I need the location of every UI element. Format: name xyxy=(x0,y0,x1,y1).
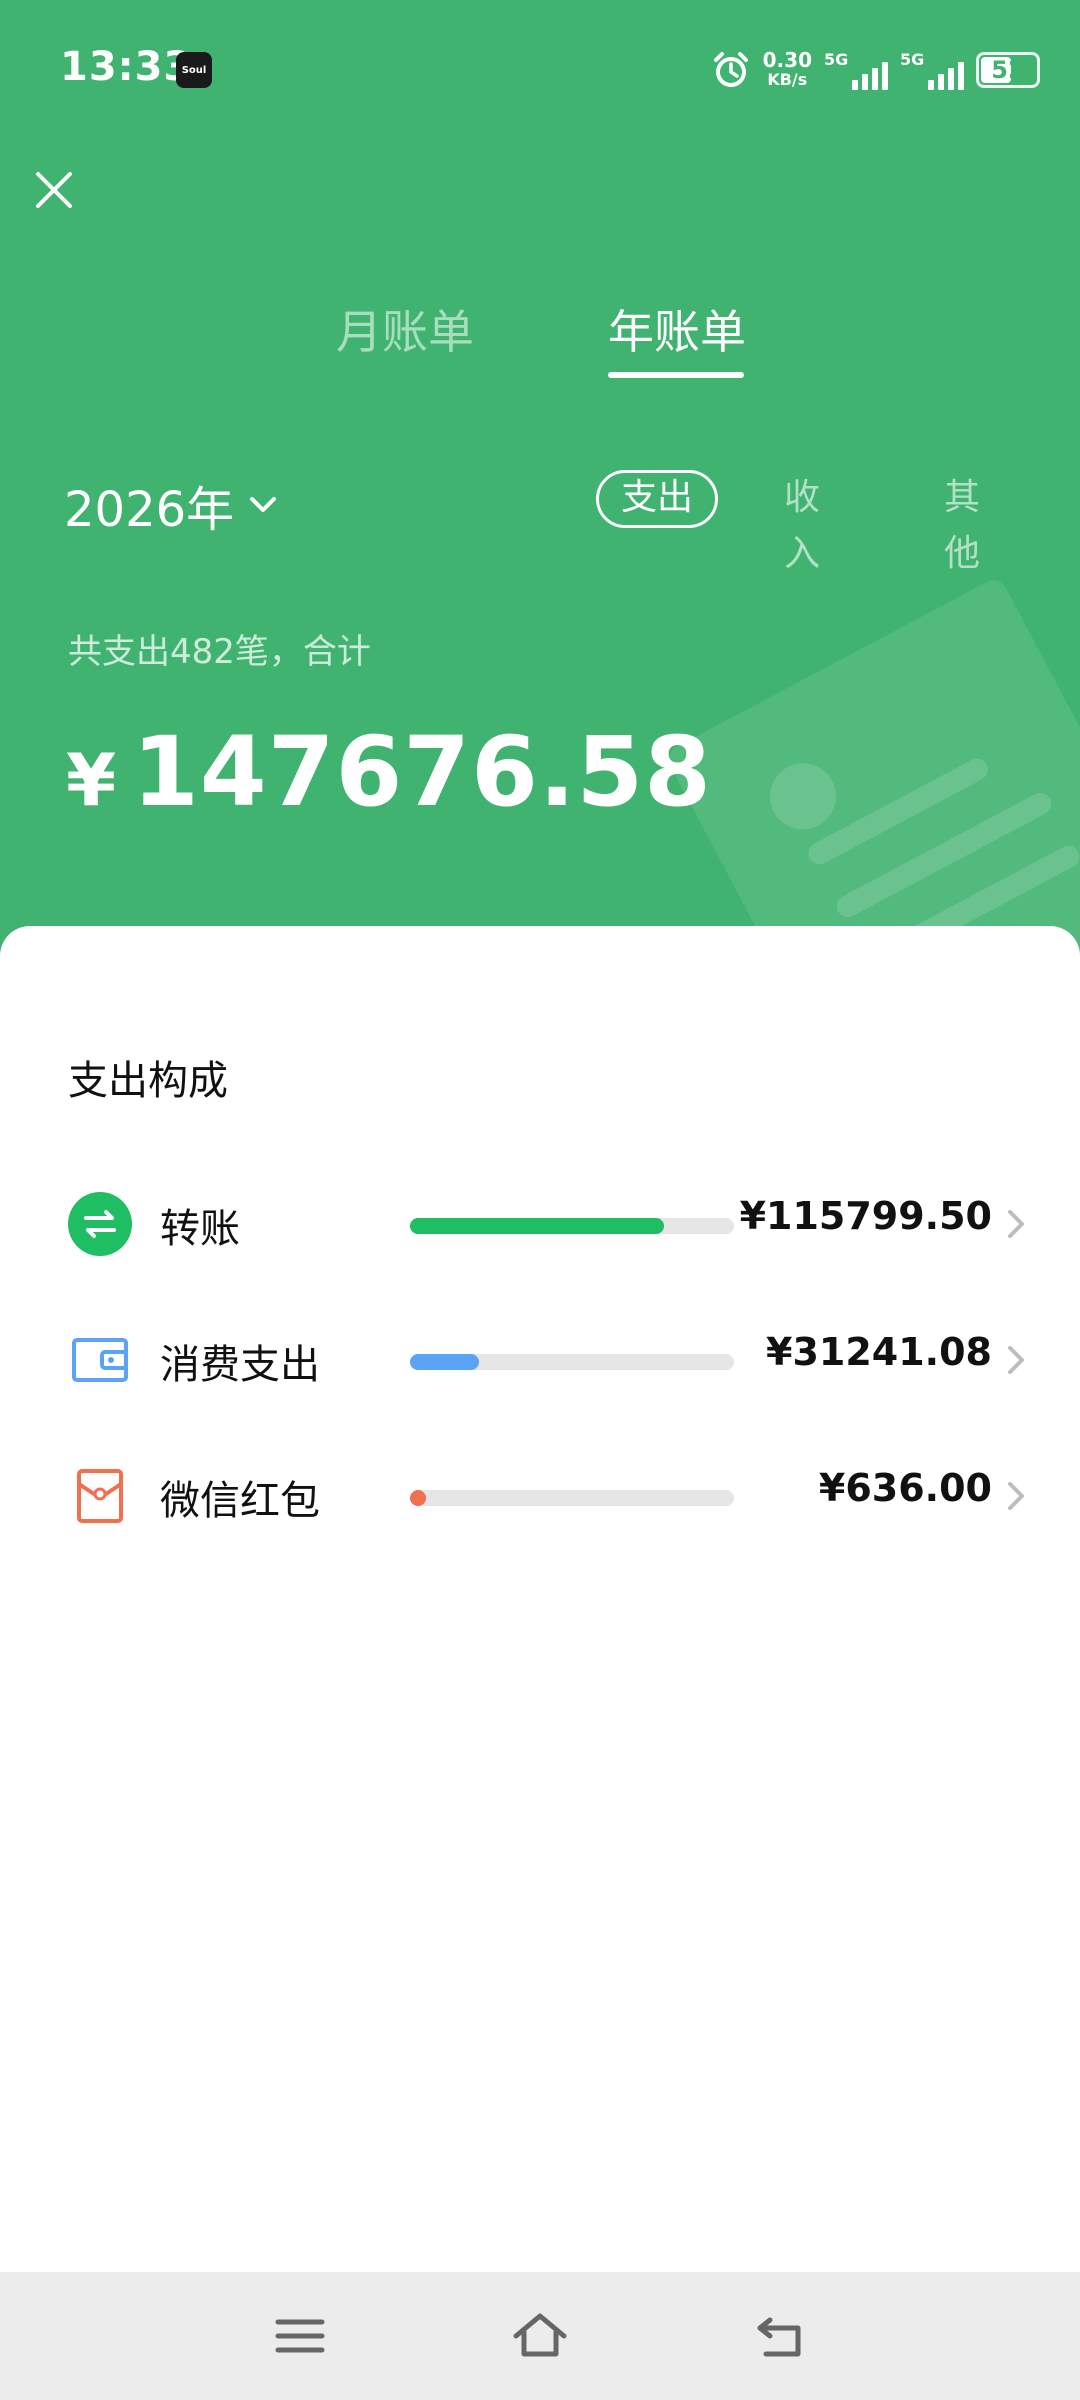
progress-track xyxy=(410,1218,734,1234)
battery-icon: 52 xyxy=(976,52,1040,88)
soul-app-icon: Soul xyxy=(176,52,212,88)
alarm-icon xyxy=(713,52,748,87)
chevron-right-icon xyxy=(1008,1482,1024,1510)
close-icon[interactable] xyxy=(32,168,76,212)
menu-icon[interactable] xyxy=(270,2306,330,2366)
row-label: 消费支出 xyxy=(160,1342,320,1388)
composition-row-consumption[interactable]: 消费支出 ¥31241.08 xyxy=(0,1310,1080,1410)
signal-sim1-icon: 5G xyxy=(824,50,888,90)
row-amount: ¥31241.08 xyxy=(766,1330,992,1374)
wallet-icon xyxy=(72,1338,128,1382)
chevron-right-icon xyxy=(1008,1346,1024,1374)
red-envelope-icon xyxy=(77,1469,123,1523)
progress-fill xyxy=(410,1490,426,1506)
bill-tabs: 月账单 年账单 xyxy=(0,296,1080,386)
status-bar: 13:33 Soul 0.30 KB/s 5G 5G 52 xyxy=(0,0,1080,140)
progress-fill xyxy=(410,1354,479,1370)
total-value: 147676.58 xyxy=(132,716,712,828)
summary-text: 共支出482笔，合计 xyxy=(68,632,371,672)
back-icon[interactable] xyxy=(750,2306,810,2366)
home-icon[interactable] xyxy=(510,2306,570,2366)
chevron-right-icon xyxy=(1008,1210,1024,1238)
progress-track xyxy=(410,1490,734,1506)
transfer-icon xyxy=(68,1192,132,1256)
composition-row-red-envelope[interactable]: 微信红包 ¥636.00 xyxy=(0,1446,1080,1546)
year-selector[interactable]: 2026年 xyxy=(64,470,280,540)
active-tab-indicator xyxy=(608,372,744,378)
signal-sim2-icon: 5G xyxy=(900,50,964,90)
composition-card: 支出构成 转账 ¥115799.50 消费支出 ¥31241.08 微信红包 ¥… xyxy=(0,926,1080,2276)
network-speed: 0.30 KB/s xyxy=(762,48,812,89)
annual-bill-page: 13:33 Soul 0.30 KB/s 5G 5G 52 月账单 年账单 20… xyxy=(0,0,1080,2400)
composition-row-transfer[interactable]: 转账 ¥115799.50 xyxy=(0,1174,1080,1274)
row-label: 转账 xyxy=(160,1206,240,1252)
progress-fill xyxy=(410,1218,664,1234)
year-label: 2026年 xyxy=(64,482,235,538)
chevron-down-icon xyxy=(250,497,277,512)
progress-track xyxy=(410,1354,734,1370)
tab-annual-bill[interactable]: 年账单 xyxy=(608,296,746,362)
decorative-bill-illustration xyxy=(663,575,1080,960)
total-amount: ¥ 147676.58 xyxy=(66,716,712,828)
row-label: 微信红包 xyxy=(160,1478,320,1524)
section-title: 支出构成 xyxy=(68,1058,228,1104)
filter-expense[interactable]: 支出 xyxy=(596,470,718,528)
row-amount: ¥115799.50 xyxy=(739,1194,992,1238)
currency-symbol: ¥ xyxy=(66,738,117,822)
tab-monthly-bill[interactable]: 月账单 xyxy=(336,296,474,362)
battery-level: 52 xyxy=(991,56,1025,84)
system-nav-bar xyxy=(0,2272,1080,2400)
status-time: 13:33 xyxy=(60,44,193,90)
filter-income[interactable]: 收入 xyxy=(784,470,820,574)
filter-other[interactable]: 其他 xyxy=(944,470,980,574)
row-amount: ¥636.00 xyxy=(818,1466,992,1510)
header-area: 13:33 Soul 0.30 KB/s 5G 5G 52 月账单 年账单 20… xyxy=(0,0,1080,960)
